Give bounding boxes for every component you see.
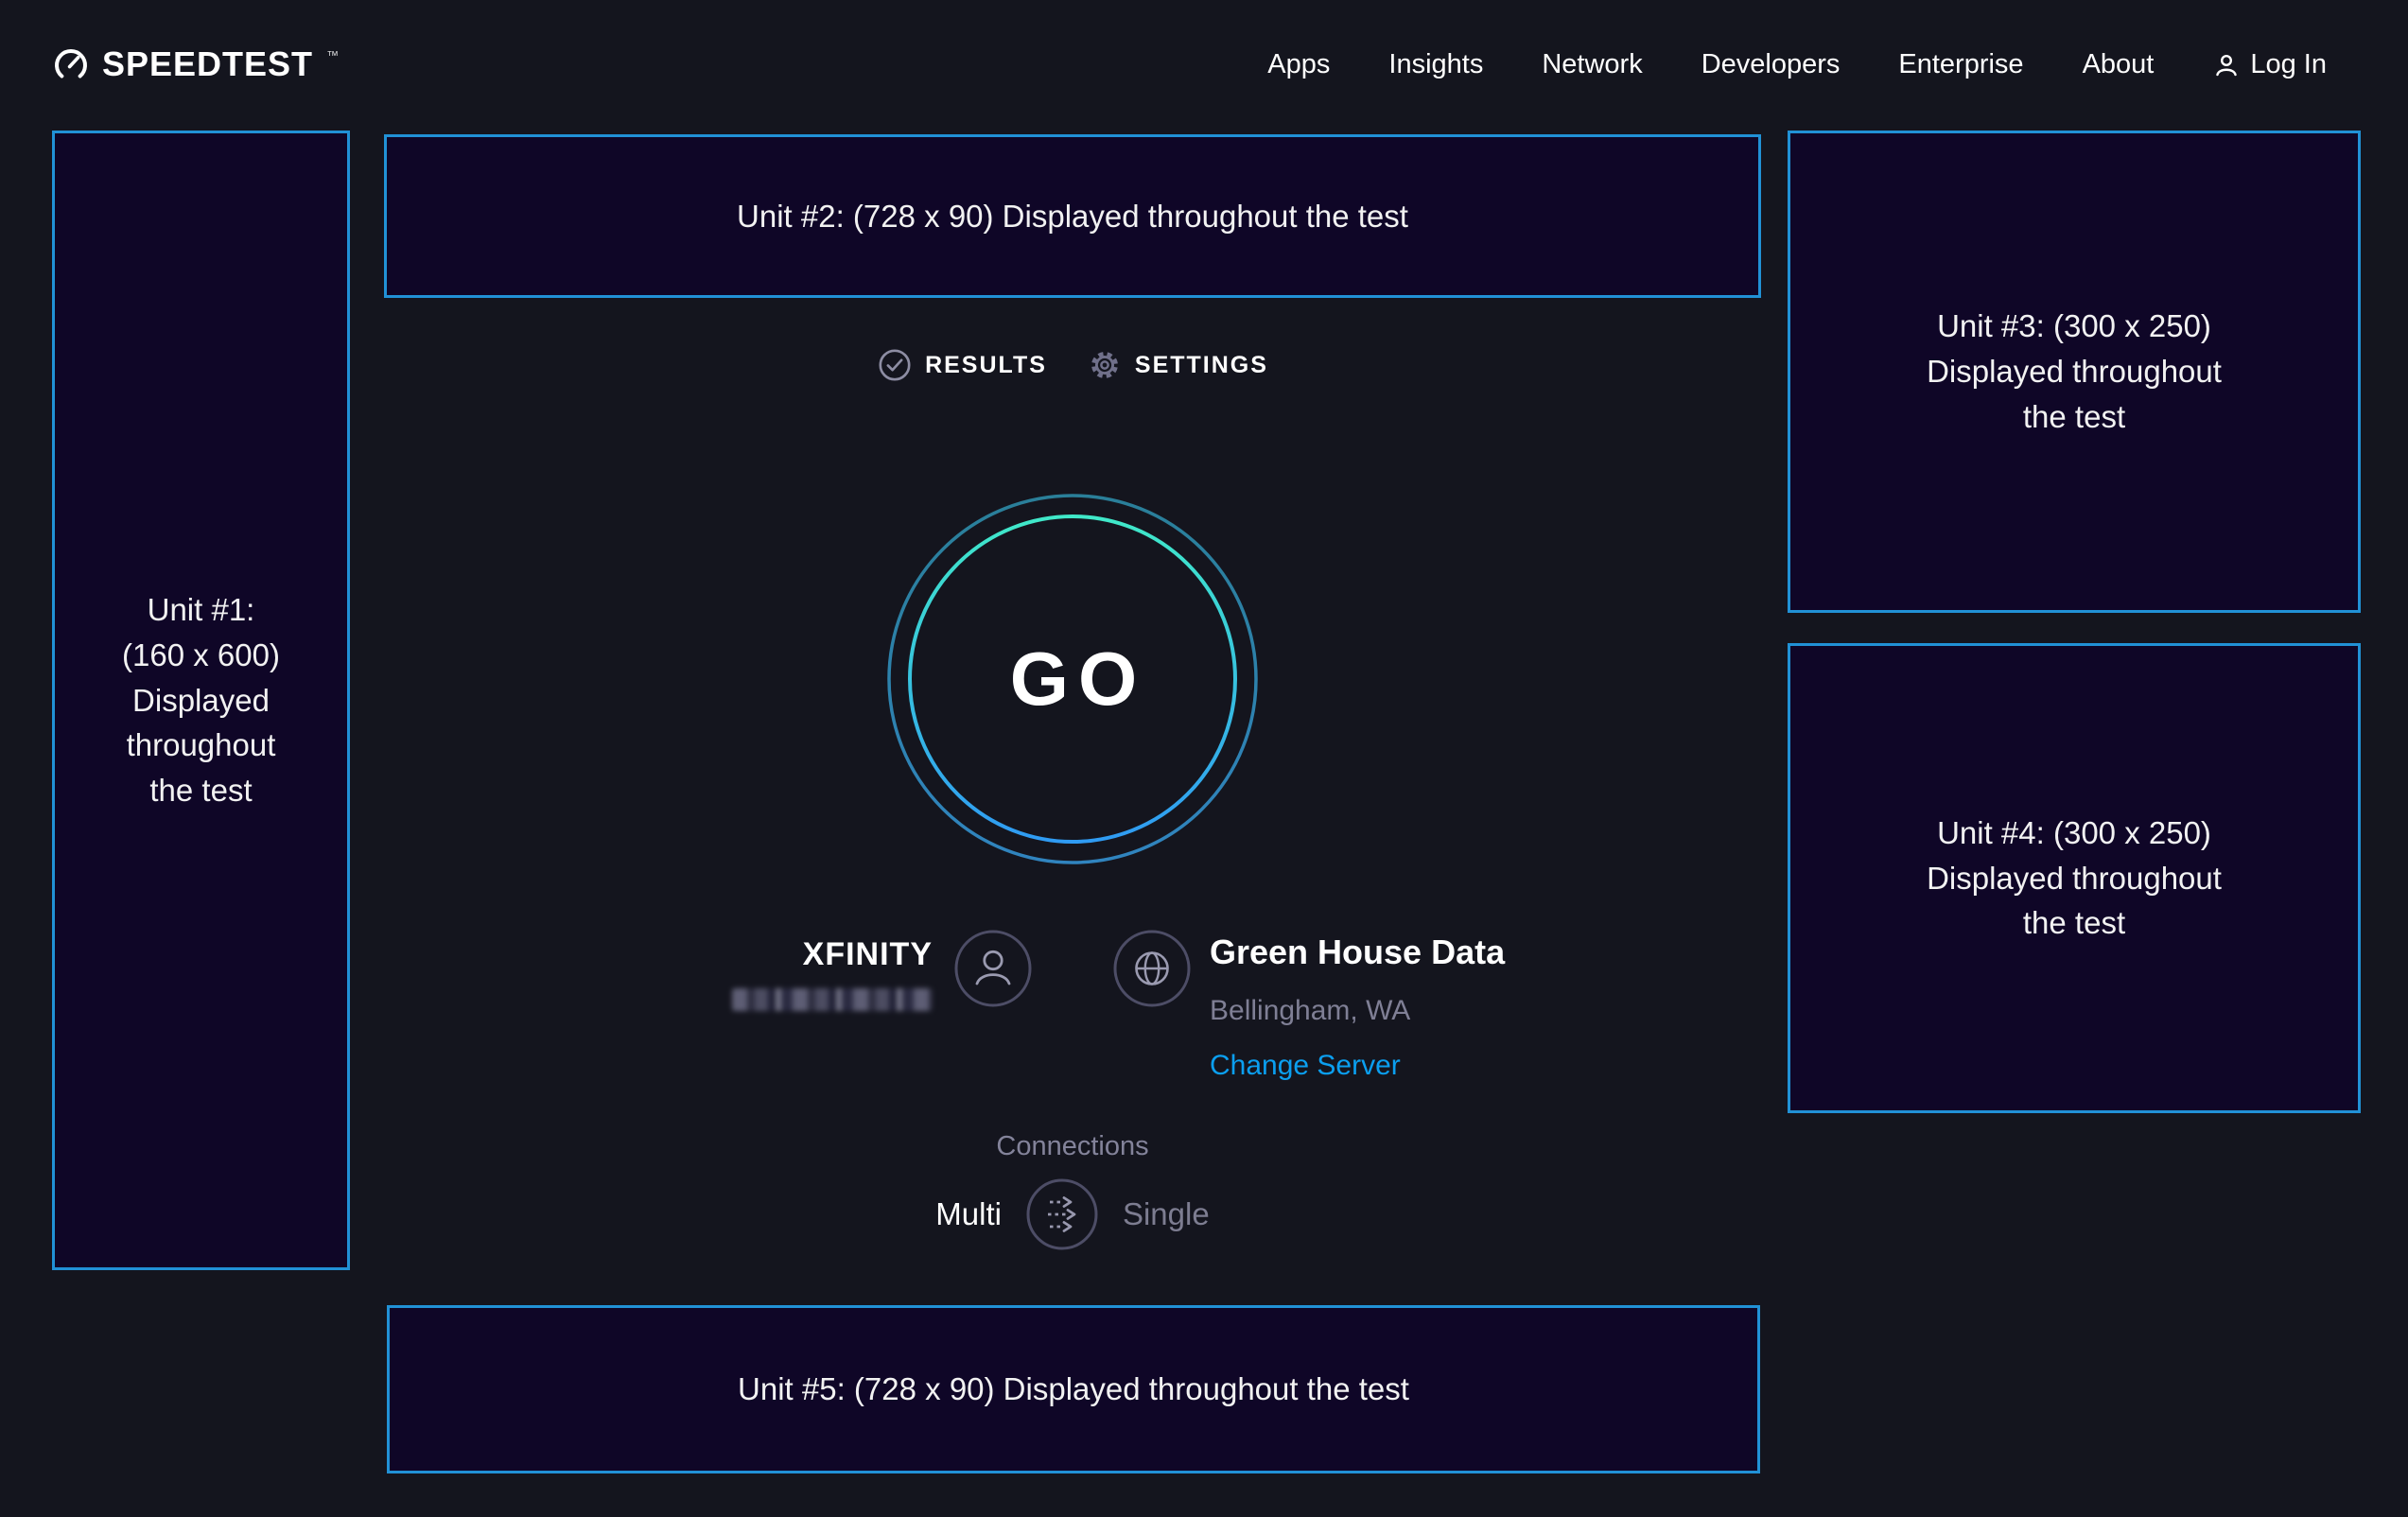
isp-user-icon[interactable]: [953, 929, 1033, 1008]
nav-item-developers[interactable]: Developers: [1701, 49, 1841, 80]
connections-multi-option[interactable]: Multi: [935, 1196, 1002, 1232]
speedtest-logo[interactable]: SPEEDTEST ™: [52, 44, 339, 84]
connections-single-option[interactable]: Single: [1123, 1196, 1210, 1232]
ad-unit-3-text: Unit #3: (300 x 250) Displayed throughou…: [1927, 304, 2222, 440]
server-location: Bellingham, WA: [1210, 995, 1410, 1027]
server-info: Green House Data Bellingham, WA Change S…: [1112, 929, 1505, 1082]
view-tabs: RESULTS SETTINGS: [384, 340, 1761, 390]
nav-links: Apps Insights Network Developers Enterpr…: [1267, 49, 2327, 80]
tab-settings-label: SETTINGS: [1135, 352, 1268, 379]
ip-address-redacted: [732, 988, 933, 1011]
isp-name: XFINITY: [803, 936, 933, 973]
nav-item-enterprise[interactable]: Enterprise: [1898, 49, 2023, 80]
change-server-link[interactable]: Change Server: [1210, 1050, 1401, 1082]
logo-text: SPEEDTEST: [102, 44, 313, 84]
tab-results[interactable]: RESULTS: [877, 347, 1047, 383]
connections-section: Connections Multi Single: [384, 1131, 1761, 1252]
gear-icon: [1087, 347, 1123, 383]
globe-icon[interactable]: [1112, 929, 1192, 1082]
nav-item-about[interactable]: About: [2083, 49, 2155, 80]
ad-unit-2-text: Unit #2: (728 x 90) Displayed throughout…: [737, 194, 1408, 239]
ad-unit-5-text: Unit #5: (728 x 90) Displayed throughout…: [738, 1367, 1409, 1412]
isp-info: XFINITY: [732, 929, 1033, 1011]
connections-label: Connections: [996, 1131, 1148, 1162]
ad-unit-2-leaderboard[interactable]: Unit #2: (728 x 90) Displayed throughout…: [384, 134, 1761, 298]
ad-unit-5-leaderboard[interactable]: Unit #5: (728 x 90) Displayed throughout…: [387, 1305, 1760, 1473]
ad-unit-1-skyscraper[interactable]: Unit #1: (160 x 600) Displayed throughou…: [52, 131, 350, 1270]
check-circle-icon: [877, 347, 913, 383]
ad-unit-4-rectangle[interactable]: Unit #4: (300 x 250) Displayed throughou…: [1788, 643, 2361, 1113]
top-nav: SPEEDTEST ™ Apps Insights Network Develo…: [0, 0, 2408, 129]
go-label: GO: [883, 490, 1262, 868]
ad-unit-1-text: Unit #1: (160 x 600) Displayed throughou…: [122, 587, 280, 813]
nav-item-apps[interactable]: Apps: [1267, 49, 1330, 80]
tab-results-label: RESULTS: [925, 352, 1047, 379]
user-icon: [2212, 51, 2241, 78]
nav-item-network[interactable]: Network: [1542, 49, 1642, 80]
nav-item-insights[interactable]: Insights: [1388, 49, 1483, 80]
login-button[interactable]: Log In: [2212, 49, 2327, 80]
ad-unit-3-rectangle[interactable]: Unit #3: (300 x 250) Displayed throughou…: [1788, 131, 2361, 613]
speedometer-gauge-icon: [52, 45, 90, 83]
server-name: Green House Data: [1210, 933, 1505, 972]
go-button[interactable]: GO: [883, 490, 1262, 868]
login-label: Log In: [2250, 49, 2327, 80]
logo-trademark: ™: [326, 48, 339, 62]
connection-info: XFINITY Green Hou: [384, 929, 1761, 1090]
tab-settings[interactable]: SETTINGS: [1087, 347, 1268, 383]
speedtest-page: SPEEDTEST ™ Apps Insights Network Develo…: [0, 0, 2408, 1517]
multi-connection-toggle-icon[interactable]: [1024, 1177, 1100, 1252]
ad-unit-4-text: Unit #4: (300 x 250) Displayed throughou…: [1927, 811, 2222, 947]
